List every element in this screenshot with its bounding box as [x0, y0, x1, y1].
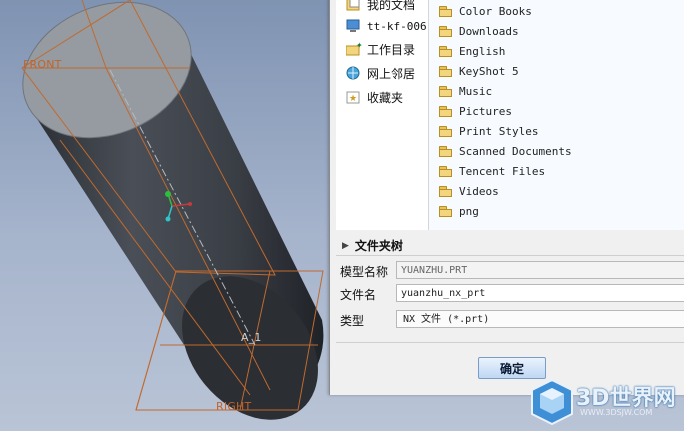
- folder-name: Pictures: [459, 104, 512, 118]
- folder-name: Videos: [459, 184, 499, 198]
- folder-name: Color Books: [459, 4, 532, 18]
- documents-icon: [346, 0, 362, 11]
- folder-item[interactable]: Tencent Files: [439, 162, 545, 180]
- file-name-input[interactable]: yuanzhu_nx_prt: [396, 284, 684, 302]
- folder-icon: [439, 26, 452, 37]
- folder-item[interactable]: English: [439, 42, 505, 60]
- folder-name: Music: [459, 84, 493, 98]
- favorites-icon: ★: [346, 90, 362, 104]
- y-axis-triad: [165, 191, 171, 197]
- folder-name: png: [459, 204, 479, 218]
- type-select[interactable]: NX 文件 (*.prt): [396, 310, 684, 328]
- type-label: 类型: [340, 314, 365, 328]
- folder-icon: [439, 126, 452, 137]
- folder-item[interactable]: Music: [439, 82, 492, 100]
- folder-icon: [439, 206, 452, 217]
- folder-name: English: [459, 44, 506, 58]
- folder-tree-toggle[interactable]: ▶ 文件夹树: [342, 237, 403, 254]
- working-directory-icon: ✦: [345, 41, 363, 56]
- folder-name: Tencent Files: [459, 164, 546, 178]
- network-icon: [346, 66, 362, 80]
- folder-item[interactable]: Videos: [439, 182, 499, 200]
- divider: [336, 342, 684, 343]
- save-dialog: 我的文档 tt-kf-006 ✦ 工作目录 网上邻居 ★ 收藏夹 Color B…: [329, 0, 684, 395]
- place-working-directory[interactable]: ✦ 工作目录: [345, 39, 415, 59]
- folder-icon: [439, 6, 452, 17]
- svg-text:✦: ✦: [356, 42, 362, 50]
- right-datum-label: RIGHT: [216, 400, 252, 413]
- file-name-label: 文件名: [340, 288, 377, 302]
- folder-name: KeyShot 5: [459, 64, 519, 78]
- folder-icon: [439, 106, 452, 117]
- folder-item[interactable]: Pictures: [439, 102, 512, 120]
- folder-item[interactable]: png: [439, 202, 479, 220]
- axis-label: A_1: [241, 331, 262, 344]
- site-watermark: 3D世界网 WWW.3DSJW.COM: [528, 376, 684, 431]
- folder-item[interactable]: KeyShot 5: [439, 62, 519, 80]
- cube-logo-icon: [531, 378, 573, 426]
- folder-item[interactable]: Color Books: [439, 2, 532, 20]
- model-name-field: YUANZHU.PRT: [396, 261, 684, 279]
- front-datum-label: FRONT: [23, 58, 62, 71]
- folder-icon: [439, 166, 452, 177]
- folder-icon: [439, 66, 452, 77]
- folder-item[interactable]: Downloads: [439, 22, 519, 40]
- computer-icon: [346, 19, 362, 33]
- folder-name: Downloads: [459, 24, 519, 38]
- place-computer[interactable]: tt-kf-006: [346, 16, 427, 36]
- x-axis-triad: [188, 202, 192, 206]
- folder-name: Print Styles: [459, 124, 539, 138]
- model-name-label: 模型名称: [340, 265, 389, 279]
- folder-icon: [439, 146, 452, 157]
- place-my-documents[interactable]: 我的文档: [346, 0, 415, 14]
- folder-icon: [439, 46, 452, 57]
- place-favorites[interactable]: ★ 收藏夹: [346, 87, 403, 107]
- folder-item[interactable]: Print Styles: [439, 122, 538, 140]
- folder-icon: [439, 86, 452, 97]
- divider: [336, 255, 684, 256]
- folder-name: Scanned Documents: [459, 144, 572, 158]
- folder-item[interactable]: Scanned Documents: [439, 142, 572, 160]
- folder-icon: [439, 186, 452, 197]
- expand-triangle-icon: ▶: [342, 240, 349, 251]
- z-axis-triad: [165, 216, 171, 222]
- place-network[interactable]: 网上邻居: [346, 63, 415, 83]
- svg-text:★: ★: [349, 94, 357, 104]
- folder-list: Color Books Downloads English KeyShot 5 Musi…: [428, 0, 684, 230]
